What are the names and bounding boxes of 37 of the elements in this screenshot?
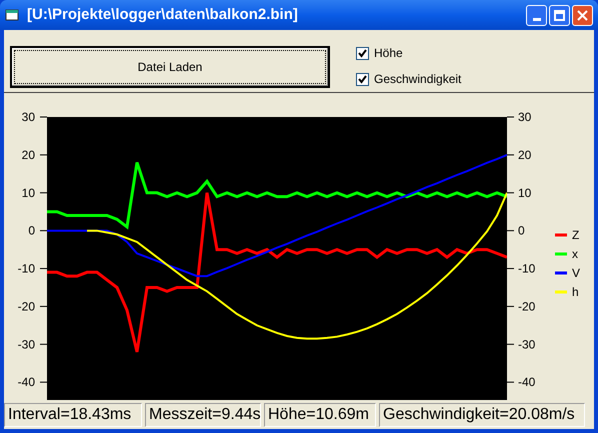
maximize-button[interactable]: [549, 4, 570, 26]
legend-label: h: [572, 285, 579, 299]
axis-label: -40: [18, 375, 35, 390]
axis-label: -20: [518, 299, 536, 314]
minimize-icon: [532, 18, 540, 20]
status-field: Höhe=10.69m: [264, 403, 376, 427]
status-field: Geschwindigkeit=20.08m/s: [379, 403, 585, 427]
axis-label: 20: [22, 148, 35, 162]
checkbox[interactable]: [356, 72, 369, 86]
status-field: Messzeit=9.44s: [145, 403, 261, 427]
load-button[interactable]: Datei Laden: [10, 46, 330, 88]
status-field: Interval=18.43ms: [4, 403, 142, 427]
axis-label: -10: [18, 262, 35, 276]
axis-label: -40: [518, 375, 536, 390]
window-icon: [5, 9, 19, 21]
checkbox[interactable]: [356, 46, 369, 60]
close-button[interactable]: [572, 4, 593, 26]
minimize-button[interactable]: [526, 4, 547, 26]
axis-label: 20: [518, 148, 532, 162]
close-icon: [577, 10, 588, 20]
window-title: [U:\Projekte\logger\daten\balkon2.bin]: [27, 4, 299, 25]
legend-label: V: [572, 266, 580, 280]
axis-label: 10: [22, 186, 35, 200]
legend-label: Z: [572, 228, 580, 242]
axis-label: 0: [28, 224, 35, 238]
axis-label: -20: [18, 299, 35, 314]
axis-label: 0: [518, 224, 525, 238]
axis-label: -30: [518, 337, 536, 352]
axis-label: 30: [22, 110, 35, 124]
axis-label: 10: [518, 186, 532, 200]
checkbox-option[interactable]: Höhe: [356, 44, 462, 62]
axis-label: 30: [518, 110, 532, 124]
legend-label: x: [572, 247, 578, 261]
checkbox-option[interactable]: Geschwindigkeit: [356, 70, 462, 88]
axis-label: -30: [18, 337, 35, 352]
axis-label: -10: [518, 262, 536, 276]
maximize-icon: [554, 10, 565, 20]
